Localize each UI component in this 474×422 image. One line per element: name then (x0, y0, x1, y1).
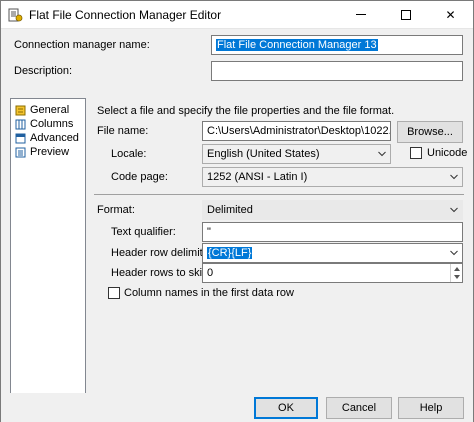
spin-down-icon[interactable] (454, 275, 460, 279)
connection-name-label: Connection manager name: (14, 39, 150, 51)
file-name-input[interactable]: C:\Users\Administrator\Desktop\1022.csv (202, 121, 391, 141)
minimize-button[interactable] (338, 1, 383, 28)
format-value: Delimited (207, 204, 253, 216)
nav-item-label: General (30, 104, 70, 116)
window-title: Flat File Connection Manager Editor (29, 8, 222, 22)
maximize-button[interactable] (383, 1, 428, 28)
dialog-footer: OK Cancel Help (1, 393, 473, 422)
header-row-delimiter-value: {CR}{LF} (207, 247, 253, 259)
connection-name-value: Flat File Connection Manager 13 (216, 39, 378, 51)
file-name-label: File name: (97, 125, 149, 137)
close-button[interactable]: ✕ (428, 1, 473, 28)
description-label: Description: (14, 65, 73, 77)
preview-icon (15, 147, 26, 157)
help-button[interactable]: Help (398, 397, 464, 419)
nav-item-general[interactable]: General (15, 103, 69, 117)
locale-select[interactable]: English (United States) (202, 144, 391, 164)
section-divider (94, 194, 464, 195)
code-page-label: Code page: (111, 171, 168, 183)
chevron-down-icon (378, 151, 386, 157)
header-rows-skip-spinner[interactable]: 0 (202, 263, 463, 283)
columns-icon (15, 119, 26, 129)
nav-item-advanced[interactable]: Advanced (15, 131, 79, 145)
connection-name-input[interactable]: Flat File Connection Manager 13 (211, 35, 463, 55)
format-select[interactable]: Delimited (202, 200, 463, 220)
minimize-icon (355, 14, 366, 15)
locale-label: Locale: (111, 148, 147, 160)
cancel-button[interactable]: Cancel (326, 397, 392, 419)
column-names-label: Column names in the first data row (124, 287, 294, 299)
text-qualifier-label: Text qualifier: (111, 226, 176, 238)
column-names-checkbox[interactable] (108, 287, 120, 299)
dialog-window: Flat File Connection Manager Editor ✕ Co… (0, 0, 474, 422)
unicode-label: Unicode (427, 147, 468, 159)
locale-value: English (United States) (207, 148, 320, 160)
header-rows-skip-value: 0 (207, 267, 214, 279)
instruction-text: Select a file and specify the file prope… (97, 105, 395, 117)
chevron-down-icon (450, 207, 458, 213)
nav-item-label: Advanced (30, 132, 79, 144)
maximize-icon (400, 9, 411, 20)
spin-up-icon[interactable] (454, 267, 460, 271)
text-qualifier-value: " (207, 226, 211, 238)
page-navigation: General Columns Advanced Preview (10, 98, 86, 408)
advanced-icon (15, 133, 26, 143)
general-icon (15, 105, 26, 115)
nav-item-label: Preview (30, 146, 70, 158)
file-name-value: C:\Users\Administrator\Desktop\1022.csv (207, 125, 391, 137)
spinner-buttons[interactable] (450, 264, 462, 282)
nav-item-preview[interactable]: Preview (15, 145, 69, 159)
title-bar[interactable]: Flat File Connection Manager Editor ✕ (1, 1, 473, 29)
chevron-down-icon (450, 250, 458, 256)
format-label: Format: (97, 204, 135, 216)
chevron-down-icon (450, 174, 458, 180)
header-rows-skip-label: Header rows to skip: (111, 267, 212, 279)
ssis-connection-icon (8, 8, 23, 22)
nav-item-columns[interactable]: Columns (15, 117, 73, 131)
nav-item-label: Columns (30, 118, 74, 130)
header-row-delimiter-select[interactable]: {CR}{LF} (202, 243, 463, 263)
browse-button[interactable]: Browse... (397, 121, 463, 143)
unicode-checkbox[interactable] (410, 147, 422, 159)
ok-button[interactable]: OK (254, 397, 318, 419)
close-icon: ✕ (445, 7, 456, 22)
code-page-value: 1252 (ANSI - Latin I) (207, 171, 308, 183)
description-input[interactable] (211, 61, 463, 81)
text-qualifier-input[interactable]: " (202, 222, 463, 242)
code-page-select[interactable]: 1252 (ANSI - Latin I) (202, 167, 463, 187)
header-row-delimiter-label: Header row delimiter: (111, 247, 216, 259)
